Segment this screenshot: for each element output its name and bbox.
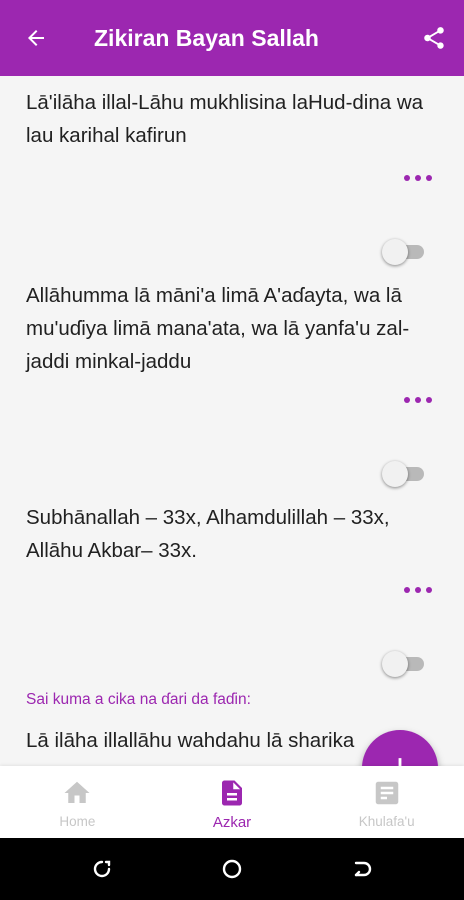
share-icon bbox=[424, 27, 444, 49]
recents-button[interactable] bbox=[90, 857, 114, 881]
zikir-toggle[interactable] bbox=[382, 460, 426, 487]
home-system-button[interactable] bbox=[220, 857, 244, 881]
nav-label: Azkar bbox=[212, 814, 252, 831]
circle-home-icon bbox=[222, 859, 242, 879]
zikir-text: Allāhumma lā māni'a limā A'aɗayta, wa lā… bbox=[26, 284, 410, 373]
more-dot bbox=[426, 397, 432, 403]
share-button[interactable] bbox=[404, 0, 464, 76]
more-dot bbox=[404, 587, 410, 593]
section-subheading: Sai kuma a cika na ɗari da faɗin: bbox=[26, 691, 251, 708]
azkar-list[interactable]: Lā'ilāha illal-Lāhu mukhlisina laHud-din… bbox=[0, 76, 464, 766]
more-dot bbox=[415, 397, 421, 403]
back-system-button[interactable] bbox=[350, 857, 374, 881]
nav-item-azkar[interactable]: Azkar bbox=[155, 766, 310, 838]
more-options-button[interactable] bbox=[400, 168, 436, 188]
home-icon bbox=[64, 781, 90, 803]
add-icon bbox=[398, 758, 402, 766]
more-dot bbox=[404, 397, 410, 403]
zikir-text: Subhānallah – 33x, Alhamdulillah – 33x, … bbox=[26, 506, 390, 562]
arrow-back-icon bbox=[28, 30, 44, 46]
zikir-toggle[interactable] bbox=[382, 238, 426, 265]
system-navigation-bar bbox=[0, 838, 464, 900]
zikir-text: Lā ilāha illallāhu wahdahu lā sharika bbox=[26, 729, 355, 752]
nav-item-khulafau[interactable]: Khulafa'u bbox=[309, 766, 464, 838]
more-dot bbox=[426, 587, 432, 593]
bottom-navigation: Home Azkar Khulafa'u bbox=[0, 766, 464, 838]
zikir-toggle[interactable] bbox=[382, 650, 426, 677]
nav-item-home[interactable]: Home bbox=[0, 766, 155, 838]
toggle-thumb bbox=[382, 239, 408, 265]
more-dot bbox=[426, 175, 432, 181]
more-options-button[interactable] bbox=[400, 390, 436, 410]
toggle-thumb bbox=[382, 651, 408, 677]
recents-icon bbox=[93, 860, 111, 878]
more-dot bbox=[415, 175, 421, 181]
app-bar: Zikiran Bayan Sallah bbox=[0, 0, 464, 76]
add-button[interactable] bbox=[362, 730, 438, 766]
more-dot bbox=[415, 587, 421, 593]
more-dot bbox=[404, 175, 410, 181]
document-icon bbox=[222, 780, 242, 806]
zikir-text: Lā'ilāha illal-Lāhu mukhlisina laHud-din… bbox=[26, 91, 424, 147]
toggle-thumb bbox=[382, 461, 408, 487]
nav-label: Khulafa'u bbox=[358, 814, 415, 829]
more-options-button[interactable] bbox=[400, 580, 436, 600]
list-icon bbox=[375, 781, 398, 805]
page-title: Zikiran Bayan Sallah bbox=[94, 24, 319, 51]
back-system-icon bbox=[354, 861, 372, 877]
nav-label: Home bbox=[59, 814, 96, 829]
back-button[interactable] bbox=[0, 0, 72, 76]
